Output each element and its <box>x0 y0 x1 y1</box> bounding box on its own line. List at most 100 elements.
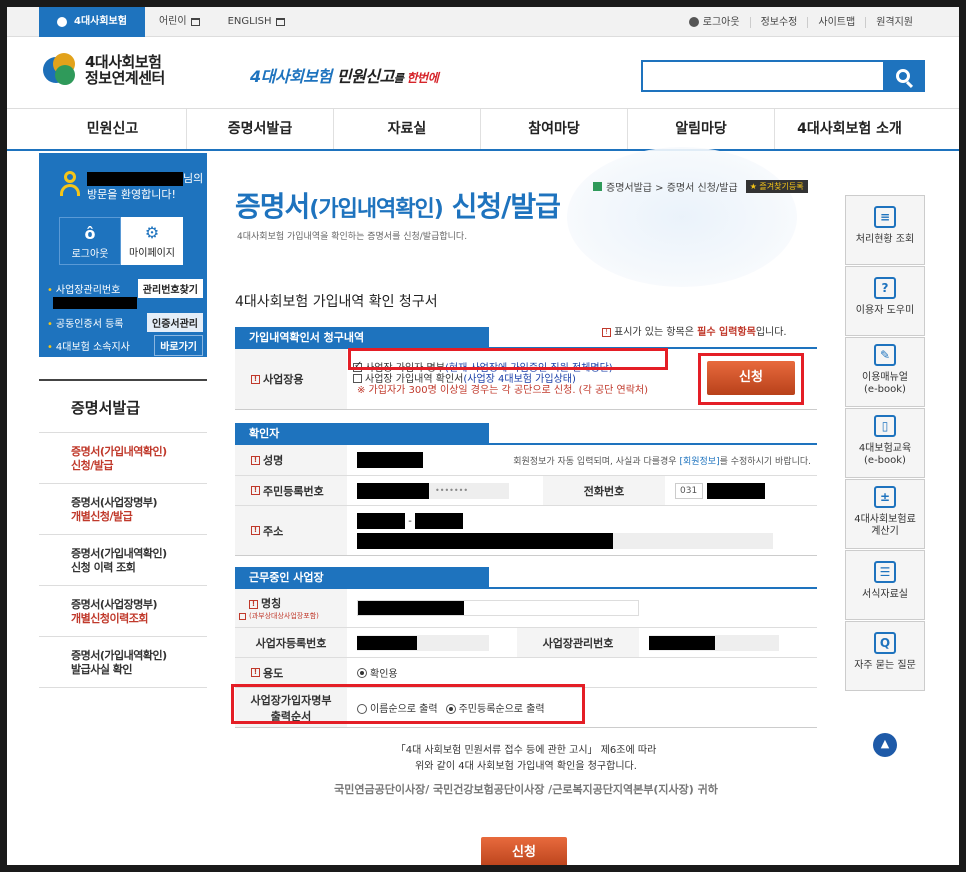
gear-icon: ⚙ <box>144 223 160 242</box>
scroll-top-button[interactable]: ▲ <box>873 733 897 757</box>
tab-kids[interactable]: 어린이 <box>145 7 214 37</box>
search-button[interactable] <box>883 62 923 90</box>
name-label: 성명 <box>263 454 284 467</box>
page-description: 4대사회보험 가입내역을 확인하는 증명서를 신청/발급합니다. <box>237 232 468 242</box>
mgmt-no-field[interactable] <box>649 634 779 651</box>
favorite-button[interactable]: ★ 즐겨찾기등록 <box>745 180 808 193</box>
quick-status-inquiry[interactable]: ≡ 처리현황 조회 <box>845 195 925 265</box>
mypage-button[interactable]: ⚙ 마이페이지 <box>121 217 183 265</box>
page-frame: 4대사회보험 어린이 ENGLISH 로그아웃 정보수정 사이트맵 원격지원 4… <box>7 7 959 865</box>
slogan-banner: 4대사회보험 민원신고를 한번에 <box>250 67 439 86</box>
side-menu-item-roster-history[interactable]: 증명서(사업장명부) 개별신청이력조회 <box>39 586 207 637</box>
rrn-back-field[interactable]: ••••••• <box>429 482 509 499</box>
apply-button-bottom[interactable]: 신청 <box>481 837 567 865</box>
section-verifier-tab: 확인자 <box>235 423 489 445</box>
book-icon: ▯ <box>874 415 896 437</box>
required-icon: ! <box>251 455 260 465</box>
chevron-up-icon: ▲ <box>880 737 890 750</box>
redacted-rrn-front <box>357 482 429 499</box>
new-window-icon <box>275 18 285 26</box>
mgmt-no-label: 사업장관리번호 <box>517 628 639 657</box>
quick-menu: ≡ 처리현황 조회 ? 이용자 도우미 ✎ 이용매뉴얼 (e-book) ▯ 4대보험교… <box>845 195 925 692</box>
highlight-box-order <box>231 684 585 724</box>
redacted-zip-1 <box>357 512 405 529</box>
form-title: 4대사회보험 가입내역 확인 청구서 <box>235 294 438 310</box>
required-icon: ! <box>249 599 258 609</box>
nav-notice[interactable]: 알림마당 <box>627 109 774 149</box>
purpose-label: 용도 <box>263 666 284 680</box>
edit-info-link[interactable]: 정보수정 <box>749 16 808 28</box>
redacted-zip-2 <box>414 512 463 529</box>
required-icon: ! <box>251 668 260 677</box>
side-menu-item-join-cert[interactable]: 증명서(가입내역확인) 신청/발급 <box>39 433 207 484</box>
breadcrumb: 증명서발급 > 증명서 신청/발급 ★ 즐겨찾기등록 <box>593 179 808 194</box>
calculator-icon: ± <box>874 486 896 508</box>
biz-reg-no-field[interactable] <box>357 634 489 651</box>
join-confirm-checkbox[interactable] <box>353 374 362 383</box>
biz-reg-no-label: 사업자등록번호 <box>235 628 347 657</box>
cert-manage-button[interactable]: 인증서관리 <box>147 313 203 332</box>
tab-english[interactable]: ENGLISH <box>214 7 299 37</box>
lock-icon: ô <box>84 224 96 243</box>
home-icon <box>593 182 602 191</box>
tab-4insurance[interactable]: 4대사회보험 <box>39 7 145 37</box>
redacted-username <box>87 172 183 186</box>
remote-support-link[interactable]: 원격지원 <box>865 16 923 28</box>
cert-register-label: 공동인증서 등록 <box>47 315 124 330</box>
required-note: ! 표시가 있는 항목은 필수 입력항목입니다. <box>602 323 787 338</box>
apply-button-top[interactable]: 신청 <box>707 361 795 395</box>
name-note: 회원정보가 자동 입력되며, 사실과 다를경우 [회원정보]를 수정하시기 바랍… <box>513 456 811 467</box>
lock-icon <box>688 17 699 27</box>
purpose-option[interactable]: 확인용 <box>347 658 817 687</box>
find-mgmt-no-button[interactable]: 관리번호찾기 <box>137 279 203 298</box>
address-label: 주소 <box>263 524 284 538</box>
user-icon <box>59 171 81 197</box>
faq-bubble-icon: Q <box>874 632 896 654</box>
footer-notice: 「4대 사회보험 민원서류 접수 등에 관한 고시」 제6조에 따라 위와 같이 … <box>395 745 657 772</box>
logout-link[interactable]: 로그아웃 <box>679 17 750 28</box>
greeting-suffix: 님의 <box>183 172 204 185</box>
logo-small-icon <box>57 17 67 27</box>
highlight-box-roster <box>348 348 668 370</box>
site-header: 4대사회보험 정보연계센터 4대사회보험 민원신고를 한번에 <box>7 37 959 109</box>
quick-forms[interactable]: ☰ 서식자료실 <box>845 550 925 620</box>
rrn-label: 주민등록번호 <box>263 484 324 498</box>
biz-mgmt-no-label: 사업장관리번호 <box>47 281 120 296</box>
side-menu-item-issue-verify[interactable]: 증명서(가입내역확인) 발급사실 확인 <box>39 637 207 688</box>
section-request-tab: 가입내역확인서 청구내역 <box>235 327 489 349</box>
side-menu-item-roster-cert[interactable]: 증명서(사업장명부) 개별신청/발급 <box>39 484 207 535</box>
footer-recipients: 국민연금공단이사장/ 국민건강보험공단이사장 /근로복지공단지역본부(지사장) … <box>334 783 718 796</box>
search-input[interactable] <box>643 62 883 90</box>
redacted-name <box>357 452 423 468</box>
member-info-link[interactable]: [회원정보] <box>679 457 719 467</box>
nav-about[interactable]: 4대사회보험 소개 <box>774 109 924 149</box>
purpose-radio[interactable] <box>357 667 367 678</box>
nav-certificate[interactable]: 증명서발급 <box>186 109 333 149</box>
side-menu-title: 증명서발급 <box>39 379 207 433</box>
quick-faq[interactable]: Q 자주 묻는 질문 <box>845 621 925 691</box>
biz-name-field[interactable] <box>357 600 639 616</box>
page-title: 증명서(가입내역확인) 신청/발급 <box>235 190 561 223</box>
logout-button[interactable]: ô 로그아웃 <box>59 217 121 265</box>
quick-user-help[interactable]: ? 이용자 도우미 <box>845 266 925 336</box>
side-menu-item-join-history[interactable]: 증명서(가입내역확인) 신청 이력 조회 <box>39 535 207 586</box>
logo-icon <box>43 53 77 87</box>
clipboard-search-icon: ≡ <box>874 206 896 228</box>
nav-participation[interactable]: 참여마당 <box>480 109 627 149</box>
required-icon: ! <box>251 526 260 535</box>
quick-education[interactable]: ▯ 4대보험교육 (e-book) <box>845 408 925 478</box>
phone-prefix-field[interactable]: 031 <box>675 482 703 499</box>
branch-shortcut-button[interactable]: 바로가기 <box>154 335 203 356</box>
sitemap-link[interactable]: 사이트맵 <box>807 16 865 28</box>
address-field[interactable] <box>357 532 773 549</box>
required-icon: ! <box>251 374 260 384</box>
quick-user-manual[interactable]: ✎ 이용매뉴얼 (e-book) <box>845 337 925 407</box>
nav-resources[interactable]: 자료실 <box>333 109 480 149</box>
site-logo[interactable]: 4대사회보험 정보연계센터 <box>43 53 165 87</box>
monitor-help-icon: ? <box>874 277 896 299</box>
quick-calculator[interactable]: ±4대사회보험료 계산기 <box>845 479 925 549</box>
verifier-grid: ! 성명 회원정보가 자동 입력되며, 사실과 다를경우 [회원정보]를 수정하시… <box>235 445 817 556</box>
nav-civil-report[interactable]: 민원신고 <box>39 109 186 149</box>
greeting-text: 방문을 환영합니다! <box>87 188 176 201</box>
option-join-confirm[interactable]: 사업장 가입내역 확인서(사업장 4대보험 가입상태) <box>353 374 576 385</box>
